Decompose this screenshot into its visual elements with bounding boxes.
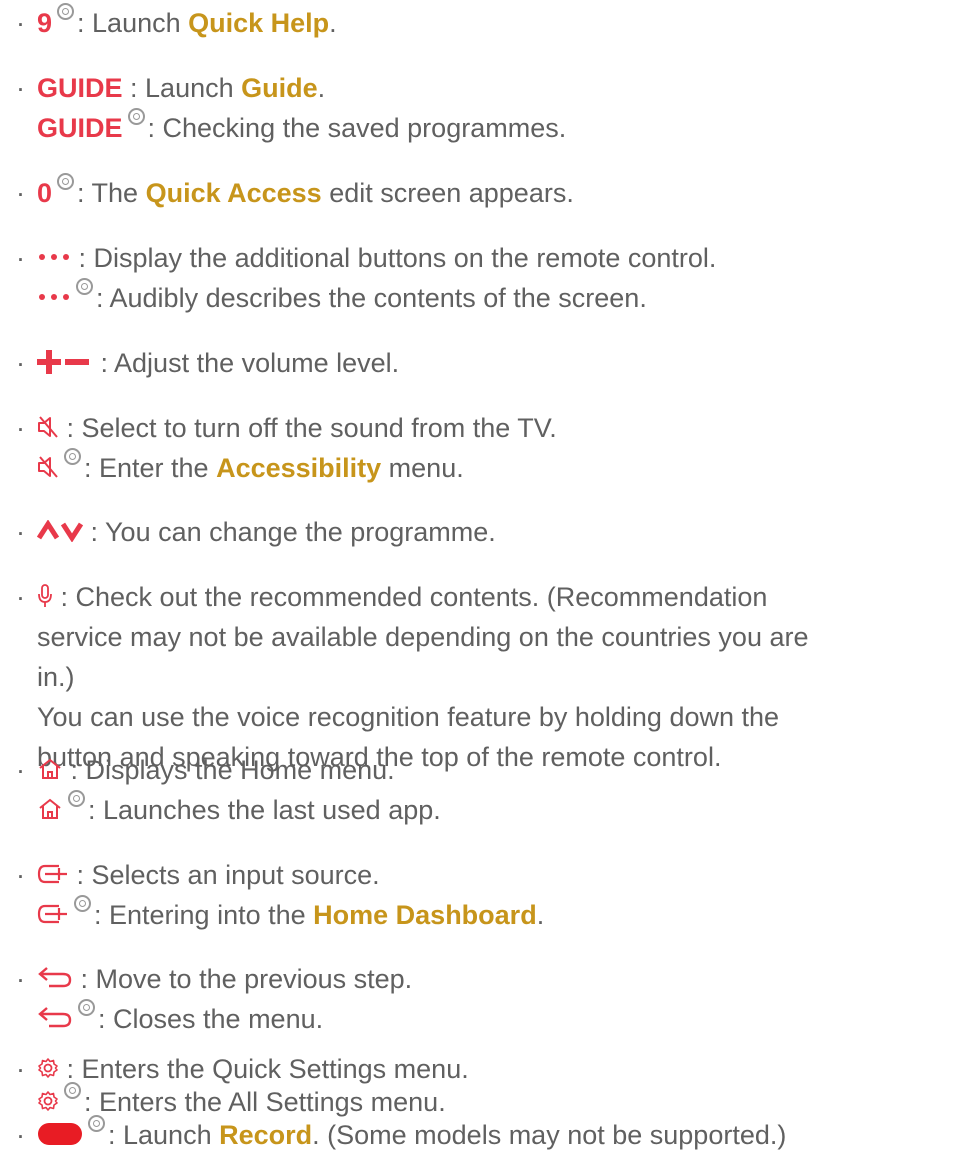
list-item-settings: · : Enters the Quick Settings menu. : En… — [0, 1053, 977, 1119]
long-press-ring-icon — [74, 895, 91, 912]
list-item-more: · : Display the additional buttons on th… — [0, 238, 977, 318]
list-item-input: · : Selects an input source. : Entering … — [0, 855, 977, 935]
record-button-icon — [38, 1122, 82, 1145]
input-source-icon — [37, 864, 67, 883]
item-text-tail: . (Some models may not be supported.) — [312, 1120, 787, 1150]
long-press-ring-icon — [76, 278, 93, 295]
settings-gear-icon — [38, 1091, 58, 1111]
list-item-volume: · : Adjust the volume level. — [0, 343, 977, 383]
bullet: · — [16, 517, 25, 547]
key-guide-long: GUIDE — [37, 113, 123, 143]
item-text: : Launch — [77, 8, 189, 38]
bullet: · — [16, 243, 25, 273]
list-item-mute: · : Select to turn off the sound from th… — [0, 408, 977, 488]
home-icon — [39, 758, 61, 779]
mute-icon — [38, 416, 58, 438]
microphone-icon — [38, 583, 52, 607]
bullet: · — [16, 178, 25, 208]
list-item-back: · : Move to the previous step. : Closes … — [0, 959, 977, 1039]
item-text: : Enter the — [84, 453, 217, 483]
home-dashboard-link[interactable]: Home Dashboard — [313, 900, 537, 930]
item-text: : Displays the Home menu. — [70, 755, 395, 785]
long-press-ring-icon — [88, 1115, 105, 1132]
bullet: · — [16, 413, 25, 443]
long-press-ring-icon — [64, 1082, 81, 1099]
more-dots-icon — [39, 253, 69, 260]
key-guide: GUIDE — [37, 73, 123, 103]
item-text: : Move to the previous step. — [80, 964, 413, 994]
list-item-9: · 9 : Launch Quick Help. — [0, 3, 977, 43]
bullet: · — [16, 582, 25, 612]
item-text-tail: menu. — [381, 453, 464, 483]
item-text: service may not be available depending o… — [37, 622, 809, 652]
record-link[interactable]: Record — [219, 1120, 312, 1150]
item-text: : Checking the saved programmes. — [147, 113, 567, 143]
back-arrow-icon — [38, 1006, 72, 1028]
item-text: : Selects an input source. — [76, 860, 380, 890]
item-text: : Audibly describes the contents of the … — [96, 283, 647, 313]
long-press-ring-icon — [68, 790, 85, 807]
guide-link[interactable]: Guide — [241, 73, 318, 103]
bullet: · — [16, 8, 25, 38]
item-text-tail: . — [329, 8, 337, 38]
item-text-tail: . — [536, 900, 545, 930]
item-text: : Adjust the volume level. — [100, 348, 400, 378]
list-item-0: · 0 : The Quick Access edit screen appear… — [0, 173, 977, 213]
item-text: : Launch — [130, 73, 242, 103]
item-text-tail: edit screen appears. — [321, 178, 574, 208]
home-icon — [39, 798, 61, 819]
accessibility-link[interactable]: Accessibility — [216, 453, 381, 483]
volume-plus-minus-icon — [37, 349, 89, 374]
list-item-voice: · : Check out the recommended contents. … — [0, 577, 977, 777]
key-0: 0 — [37, 178, 53, 208]
long-press-ring-icon — [57, 173, 75, 190]
bullet: · — [16, 1054, 25, 1084]
long-press-ring-icon — [127, 108, 145, 125]
list-item-home: · : Displays the Home menu. : Launches t… — [0, 750, 977, 830]
quick-access-link[interactable]: Quick Access — [146, 178, 322, 208]
item-text: : Enters the All Settings menu. — [84, 1087, 446, 1117]
item-text-tail: . — [317, 73, 326, 103]
bullet: · — [16, 1120, 25, 1150]
item-text: : Launch — [108, 1120, 220, 1150]
more-dots-icon — [39, 293, 69, 300]
bullet: · — [16, 755, 25, 785]
key-9: 9 — [37, 8, 53, 38]
settings-gear-icon — [38, 1058, 58, 1078]
bullet: · — [16, 73, 25, 103]
long-press-ring-icon — [57, 3, 75, 20]
list-item-guide: · GUIDE : Launch Guide. GUIDE : Checking … — [0, 68, 977, 148]
bullet: · — [16, 348, 25, 378]
item-text: : Launches the last used app. — [88, 795, 441, 825]
item-text: : Select to turn off the sound from the … — [66, 413, 557, 443]
long-press-ring-icon — [78, 999, 95, 1016]
list-item-record: · : Launch Record. (Some models may not … — [0, 1115, 977, 1152]
quick-help-link[interactable]: Quick Help — [188, 8, 329, 38]
item-text: : Enters the Quick Settings menu. — [66, 1054, 469, 1084]
back-arrow-icon — [38, 966, 72, 988]
bullet: · — [16, 860, 25, 890]
item-text: : Display the additional buttons on the … — [78, 243, 717, 273]
item-text: : You can change the programme. — [90, 517, 496, 547]
bullet: · — [16, 964, 25, 994]
item-text: : Check out the recommended contents. (R… — [60, 582, 768, 612]
input-source-icon — [37, 904, 67, 923]
channel-up-down-icon — [37, 519, 83, 542]
item-text: : The — [77, 178, 146, 208]
item-text: : Closes the menu. — [98, 1004, 324, 1034]
item-text: You can use the voice recognition featur… — [37, 702, 780, 732]
mute-icon — [38, 456, 58, 478]
list-item-channel: · : You can change the programme. — [0, 512, 977, 552]
long-press-ring-icon — [64, 448, 81, 465]
item-text: : Entering into the — [94, 900, 314, 930]
item-text: in.) — [37, 662, 75, 692]
